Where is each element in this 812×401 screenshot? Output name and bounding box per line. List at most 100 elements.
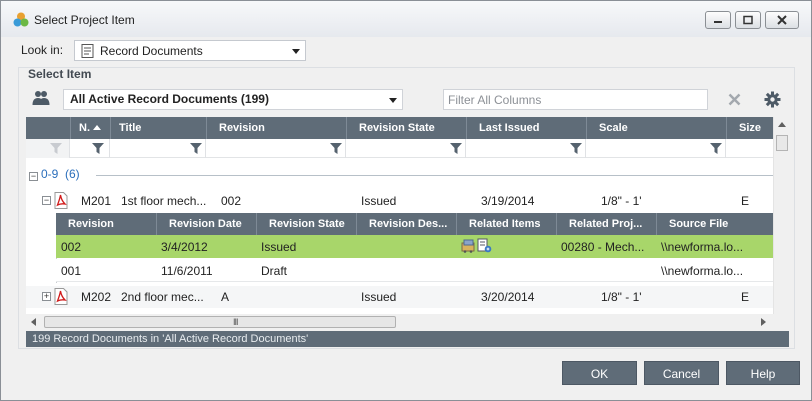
filter-funnel-icon (450, 143, 462, 154)
view-dropdown[interactable]: All Active Record Documents (199) (63, 89, 403, 110)
horizontal-scroll-thumb[interactable]: III (44, 316, 396, 328)
document-scale: 1/8" - 1' (601, 290, 642, 304)
filter-row (26, 139, 773, 158)
filter-funnel-icon (190, 143, 202, 154)
grid-header: N. Title Revision Revision State Last Is… (26, 117, 773, 139)
scroll-grip: III (233, 317, 238, 327)
clear-filter-icon[interactable] (728, 93, 741, 106)
group-name: 0-9 (41, 167, 59, 181)
document-revision-state: Issued (361, 290, 397, 304)
subcolumn-header-related-project[interactable]: Related Proj... (569, 218, 642, 230)
revision-date: 11/6/2011 (161, 264, 213, 278)
collapse-row-icon[interactable]: − (42, 196, 51, 205)
filter-cell[interactable] (586, 139, 726, 158)
filter-cell[interactable] (110, 139, 206, 158)
filter-cell[interactable] (346, 139, 466, 158)
maximize-button[interactable] (735, 11, 761, 29)
revision-number: 002 (61, 240, 82, 254)
document-last-issued: 3/20/2014 (481, 290, 535, 304)
related-project: 00280 - Mech... (561, 240, 645, 254)
horizontal-scrollbar[interactable]: III (26, 314, 773, 330)
filter-all-columns-input[interactable] (443, 89, 708, 110)
look-in-label: Look in: (21, 43, 64, 57)
gear-icon[interactable] (764, 91, 781, 108)
document-scale: 1/8" - 1' (601, 194, 642, 208)
dialog-window: Select Project Item Look in: Record Docu… (0, 0, 812, 401)
column-header-scale[interactable]: Scale (599, 122, 628, 134)
filter-cell[interactable] (726, 139, 773, 158)
ok-button[interactable]: OK (562, 361, 637, 385)
record-document-icon (81, 44, 94, 58)
column-header-number-label: N. (79, 122, 90, 134)
subcolumn-header-revision-date[interactable]: Revision Date (169, 218, 242, 230)
column-header-revision[interactable]: Revision (219, 122, 265, 134)
scroll-up-icon[interactable] (778, 122, 786, 127)
view-dropdown-value: All Active Record Documents (199) (70, 92, 269, 106)
column-separator (206, 117, 207, 139)
close-button[interactable] (765, 11, 799, 29)
minimize-button[interactable] (705, 11, 731, 29)
scroll-left-icon[interactable] (31, 318, 36, 326)
column-separator (556, 213, 557, 235)
group-label: −0-9 (6) (29, 167, 80, 181)
column-header-title[interactable]: Title (119, 122, 141, 134)
subcolumn-header-revision[interactable]: Revision (68, 218, 114, 230)
revision-number: 001 (61, 264, 82, 278)
column-header-last-issued[interactable]: Last Issued (479, 122, 540, 134)
column-header-size[interactable]: Size (739, 122, 761, 134)
window-title: Select Project Item (34, 13, 135, 27)
subcolumn-header-related-items[interactable]: Related Items (469, 218, 541, 230)
cancel-button[interactable]: Cancel (644, 361, 719, 385)
vertical-scrollbar[interactable] (773, 117, 789, 314)
column-separator (466, 117, 467, 139)
document-revision-state: Issued (361, 194, 397, 208)
scroll-right-icon[interactable] (761, 318, 766, 326)
subcolumn-header-revision-description[interactable]: Revision Des... (369, 218, 447, 230)
document-revision: 002 (221, 194, 242, 208)
document-size: E (741, 194, 750, 208)
filter-funnel-icon (710, 143, 722, 154)
collapse-group-icon[interactable]: − (29, 172, 38, 181)
document-last-issued: 3/19/2014 (481, 194, 535, 208)
column-header-revision-state[interactable]: Revision State (359, 122, 435, 134)
group-row[interactable]: −0-9 (6) (26, 164, 773, 184)
column-separator (586, 117, 587, 139)
app-icon (13, 12, 29, 27)
look-in-dropdown[interactable]: Record Documents (74, 40, 306, 61)
status-bar: 199 Record Documents in 'All Active Reco… (26, 331, 789, 347)
source-file: \\newforma.lo... (661, 240, 744, 254)
document-number: M202 (81, 290, 112, 304)
group-count: (6) (65, 167, 80, 181)
expand-row-icon[interactable]: + (42, 292, 51, 301)
revision-state: Issued (261, 240, 297, 254)
document-size: E (741, 290, 750, 304)
document-revision: A (221, 290, 230, 304)
revision-date: 3/4/2012 (161, 240, 208, 254)
column-header-number[interactable]: N. (79, 122, 101, 134)
sort-ascending-icon (93, 125, 101, 130)
table-row[interactable]: − M201 1st floor mech... 002 Issued 3/19… (26, 190, 773, 212)
subcolumn-header-source-file[interactable]: Source File (669, 218, 728, 230)
filter-cell[interactable] (206, 139, 346, 158)
filter-cell[interactable] (466, 139, 586, 158)
filter-funnel-icon (92, 143, 104, 154)
related-document-icon[interactable] (477, 238, 492, 253)
revision-row-selected[interactable]: 002 3/4/2012 Issued 00280 - Mech... \\ne… (56, 235, 773, 258)
filter-cell[interactable] (26, 139, 70, 158)
transmittal-icon[interactable] (461, 239, 476, 253)
revision-row[interactable]: 001 11/6/2011 Draft \\newforma.lo... (56, 259, 773, 282)
minimize-icon (714, 21, 722, 23)
documents-grid: N. Title Revision Revision State Last Is… (26, 117, 773, 314)
column-separator (456, 213, 457, 235)
vertical-scroll-thumb[interactable] (776, 135, 788, 151)
source-file: \\newforma.lo... (661, 264, 744, 278)
filter-cell[interactable] (70, 139, 110, 158)
table-row[interactable]: + M202 2nd floor mec... A Issued 3/20/20… (26, 286, 773, 308)
filter-funnel-icon (330, 143, 342, 154)
subcolumn-header-revision-state[interactable]: Revision State (269, 218, 345, 230)
pdf-icon (54, 288, 68, 305)
help-button[interactable]: Help (726, 361, 800, 385)
people-icon[interactable] (32, 90, 50, 106)
column-separator (110, 117, 111, 139)
maximize-icon (743, 15, 753, 25)
